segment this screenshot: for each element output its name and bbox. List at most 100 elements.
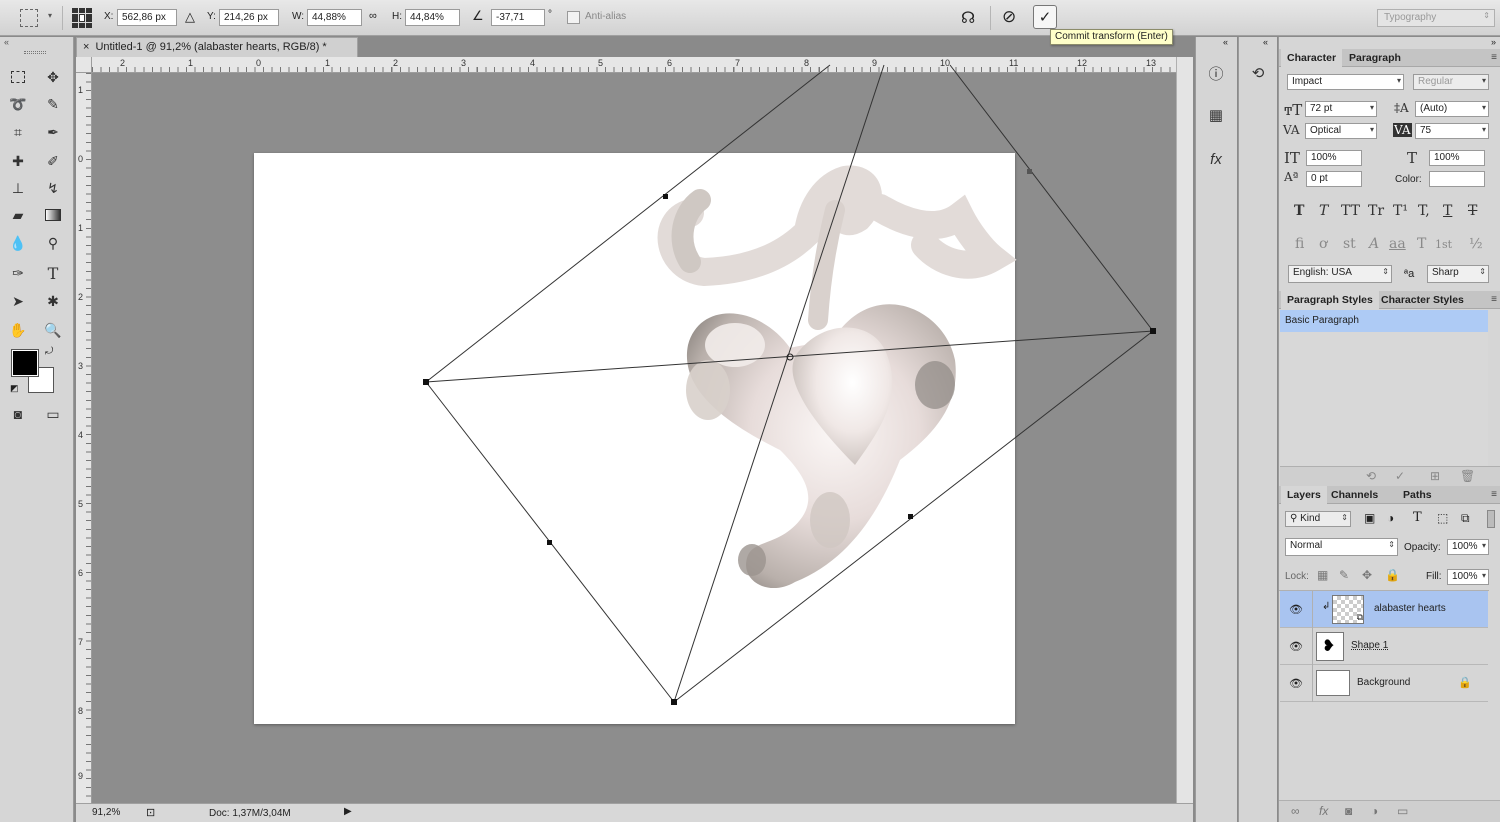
opacity-value: 100% [1452,541,1478,552]
add-mask-icon[interactable]: ◙ [1345,804,1352,818]
underline-button[interactable]: T [1443,203,1452,219]
blend-mode-select[interactable]: Normal⇕ [1285,538,1398,556]
stylistic-alternates-button[interactable]: aa [1389,236,1406,252]
horizontal-scale-field[interactable]: 100% [1429,150,1485,166]
artwork-overlay[interactable] [0,0,1193,803]
lock-pixels-icon[interactable]: ✎ [1339,568,1349,582]
faux-italic-button[interactable]: T [1319,203,1328,219]
font-family-select[interactable]: Impact▾ [1287,74,1404,90]
new-group-icon[interactable]: ▭ [1397,804,1408,818]
workspace-select[interactable]: Typography⇕ [1377,9,1495,27]
trash-icon[interactable]: 🗑 [1460,469,1475,483]
filter-adjustment-icon[interactable]: ◑ [1387,511,1394,525]
titling-alternates-button[interactable]: T [1417,236,1426,252]
fractions-button[interactable]: ½ [1469,236,1483,252]
paragraph-style-list: Basic Paragraph [1280,310,1488,466]
tab-layers[interactable]: Layers [1281,486,1327,504]
chevron-updown-icon: ⇕ [1483,11,1490,20]
filter-smart-object-icon[interactable]: ⧉ [1461,511,1470,526]
layer-name[interactable]: alabaster hearts [1374,603,1446,614]
leading-field[interactable]: (Auto)▾ [1415,101,1489,117]
tab-channels[interactable]: Channels [1325,486,1384,504]
opacity-field[interactable]: 100% ▾ [1447,539,1489,555]
paragraph-style-item[interactable]: Basic Paragraph [1280,310,1488,332]
strikethrough-button[interactable]: T [1468,203,1477,219]
panel-menu-icon[interactable]: ≡ [1491,294,1497,305]
link-layers-icon[interactable]: ∞ [1291,804,1300,818]
eye-icon[interactable]: 👁 [1289,603,1303,616]
font-size-icon: ͳT [1284,101,1302,119]
fill-field[interactable]: 100%▾ [1447,569,1489,585]
font-style-select[interactable]: Regular▾ [1413,74,1489,90]
layer-row-alabaster-hearts[interactable]: 👁 ↲ ⧉ alabaster hearts [1280,591,1488,628]
history-icon[interactable]: ⟲ [1247,62,1269,84]
old-style-button[interactable]: ơ [1319,236,1327,252]
layer-style-fx-icon[interactable]: fx [1319,804,1328,818]
kerning-field[interactable]: Optical▾ [1305,123,1377,139]
tab-paragraph[interactable]: Paragraph [1343,49,1407,67]
styles-fx-icon[interactable]: fx [1205,148,1227,170]
adjustment-layer-icon[interactable]: ◑ [1371,804,1378,818]
vertical-scrollbar[interactable] [1176,57,1193,803]
tab-paragraph-styles[interactable]: Paragraph Styles [1281,291,1379,309]
smart-object-thumbnail[interactable]: ⧉ [1332,595,1364,624]
faux-bold-button[interactable]: T [1294,203,1304,219]
chevron-down-icon: ▾ [1482,103,1486,112]
filter-type-icon[interactable]: T [1413,510,1422,525]
eye-icon[interactable]: 👁 [1289,640,1303,653]
lock-all-icon[interactable]: 🔒 [1385,568,1400,582]
clear-override-icon[interactable]: ⟲ [1366,469,1376,483]
discretionary-ligatures-button[interactable]: st [1343,236,1356,252]
vertical-scale-icon: IT [1284,149,1300,167]
styles-panel-tabs: Paragraph Styles Character Styles ≡ [1279,291,1500,309]
layer-filter-select[interactable]: ⚲ Kind⇕ [1285,511,1351,527]
right-panels: » Character Paragraph ≡ Impact▾ Regular▾… [1278,37,1500,822]
vertical-scale-field[interactable]: 100% [1306,150,1362,166]
status-info-icon[interactable]: ⊡ [146,806,155,819]
transform-handle [663,194,668,199]
font-size-field[interactable]: 72 pt▾ [1305,101,1377,117]
panel-menu-icon[interactable]: ≡ [1491,489,1497,500]
collapse-icon[interactable]: » [1491,37,1496,47]
redefine-style-icon[interactable]: ✓ [1395,469,1405,483]
layer-name[interactable]: Background [1357,677,1410,688]
ordinals-button[interactable]: 1st [1435,238,1452,251]
collapse-icon[interactable]: « [1263,37,1268,47]
navigator-icon[interactable]: ▦ [1205,104,1227,126]
swash-button[interactable]: A [1369,236,1379,252]
subscript-button[interactable]: T, [1418,203,1430,219]
chevron-down-icon: ▾ [1482,541,1486,550]
layer-name[interactable]: Shape 1 [1351,640,1388,651]
background-thumbnail[interactable] [1316,670,1350,696]
text-color-swatch[interactable] [1429,171,1485,187]
zoom-level[interactable]: 91,2% [92,807,120,818]
panel-menu-icon[interactable]: ≡ [1491,52,1497,63]
new-style-icon[interactable]: ⊞ [1430,469,1440,483]
status-menu-arrow-icon[interactable]: ▶ [344,806,352,817]
shape-thumbnail[interactable]: ❥ [1316,632,1344,661]
filter-toggle[interactable] [1487,510,1495,528]
language-select[interactable]: English: USA⇕ [1288,265,1392,283]
tab-paths[interactable]: Paths [1397,486,1438,504]
layer-row-background[interactable]: 👁 Background 🔒 [1280,665,1488,702]
layer-visibility-divider [1312,628,1313,665]
ligatures-button[interactable]: fi [1295,236,1304,252]
heart-icon: ❥ [1322,636,1335,656]
collapse-icon[interactable]: « [1223,37,1228,47]
info-icon[interactable]: ⓘ [1205,62,1227,84]
filter-shape-icon[interactable]: ⬚ [1437,511,1448,525]
tab-character[interactable]: Character [1281,49,1342,67]
lock-position-icon[interactable]: ✥ [1362,568,1372,582]
filter-pixel-icon[interactable]: ▣ [1364,511,1375,525]
tracking-value: 75 [1420,125,1431,136]
eye-icon[interactable]: 👁 [1289,677,1303,690]
superscript-button[interactable]: T¹ [1393,203,1408,219]
layer-row-shape-1[interactable]: 👁 ❥ Shape 1 [1280,628,1488,665]
baseline-shift-field[interactable]: 0 pt [1306,171,1362,187]
tab-character-styles[interactable]: Character Styles [1375,291,1470,309]
small-caps-button[interactable]: Tr [1368,203,1384,219]
lock-transparency-icon[interactable]: ▦ [1317,568,1328,582]
antialias-select[interactable]: Sharp⇕ [1427,265,1489,283]
tracking-field[interactable]: 75▾ [1415,123,1489,139]
all-caps-button[interactable]: TT [1341,203,1360,219]
